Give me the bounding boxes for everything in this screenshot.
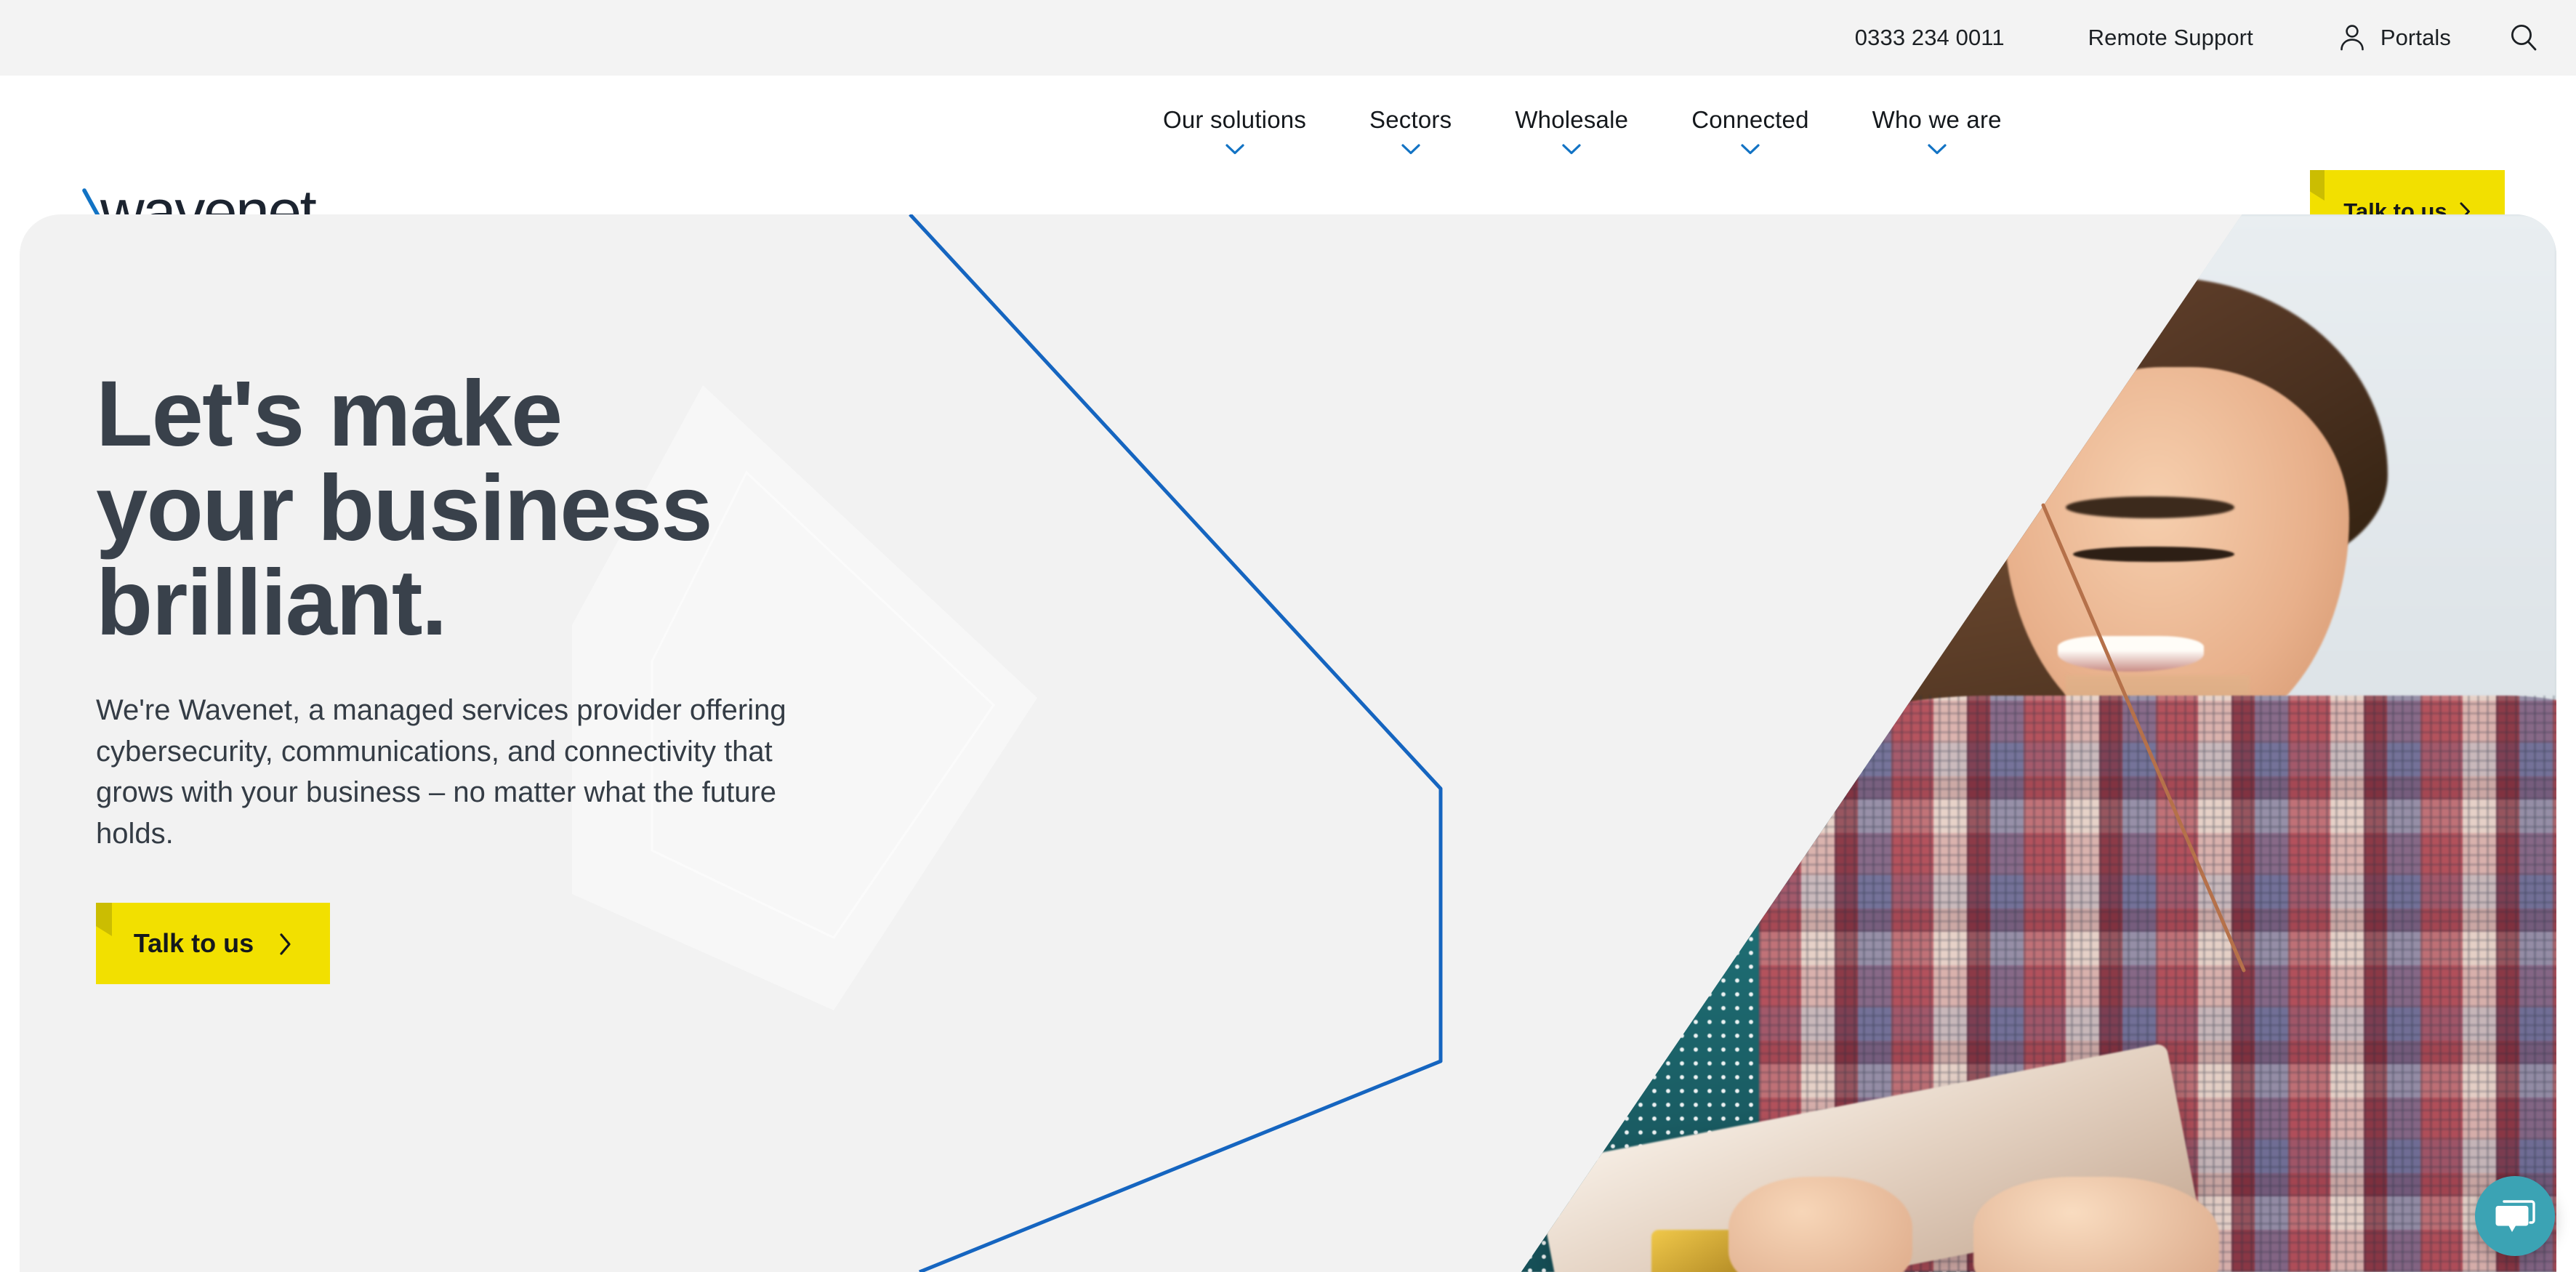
page-root: 0333 234 0011 Remote Support Portals wav… <box>0 0 2576 1272</box>
hero-subheading: We're Wavenet, a managed services provid… <box>96 693 786 850</box>
person-icon <box>2337 23 2367 53</box>
hero-talk-to-us-button[interactable]: Talk to us <box>96 902 330 984</box>
chat-bubble-icon <box>2494 1196 2536 1236</box>
photo-shadow-left <box>1053 807 1452 1272</box>
glasses-lens-right <box>1563 462 1736 569</box>
hero-photo <box>1023 214 2556 1272</box>
nav-item-wholesale[interactable]: Wholesale <box>1515 102 1628 155</box>
chevron-down-icon <box>1401 144 1420 155</box>
portals-label: Portals <box>2380 25 2451 50</box>
nav-item-connected[interactable]: Connected <box>1691 102 1808 155</box>
utility-topbar: 0333 234 0011 Remote Support Portals <box>0 0 2576 76</box>
glasses-bridge <box>1521 488 1564 492</box>
chevron-down-icon <box>1562 144 1581 155</box>
glasses-lens-left <box>1336 463 1508 569</box>
man-collar <box>1521 738 1683 834</box>
man-face <box>1521 299 1741 722</box>
site-header: wavenet Our solutions Sectors Wholesale <box>0 76 2576 254</box>
nav-label: Connected <box>1691 106 1809 133</box>
nav-label: Our solutions <box>1163 106 1307 133</box>
remote-support-link[interactable]: Remote Support <box>2088 25 2253 51</box>
hero-heading-line-2: your business <box>96 456 713 560</box>
nav-item-our-solutions[interactable]: Our solutions <box>1163 102 1306 155</box>
hero-copy: Let's make your business brilliant. We'r… <box>96 367 954 984</box>
chevron-down-icon <box>1225 144 1244 155</box>
nav-label: Wholesale <box>1515 106 1629 133</box>
photo-lamp <box>1728 278 2020 374</box>
nav-label: Who we are <box>1872 106 2002 133</box>
hand-left <box>1728 1177 1912 1272</box>
chevron-down-icon <box>1928 144 1947 155</box>
button-notch <box>2310 170 2325 201</box>
photo-shadow-corner <box>1023 976 1299 1272</box>
cta-label: Talk to us <box>133 927 254 958</box>
man-ear <box>1298 447 1365 553</box>
hero-section: Let's make your business brilliant. We'r… <box>20 214 2556 1272</box>
man-smile <box>1521 648 1636 693</box>
man-glasses <box>1336 462 1736 569</box>
hero-photo-image <box>1023 214 2556 1272</box>
button-notch <box>96 902 112 936</box>
man-hair <box>1521 220 1769 453</box>
chevron-right-icon <box>278 932 292 955</box>
chat-widget-button[interactable] <box>2475 1176 2555 1256</box>
portals-link[interactable]: Portals <box>2337 23 2451 53</box>
hero-heading-line-3: brilliant. <box>96 550 447 655</box>
photo-window <box>1521 257 1529 807</box>
nav-label: Sectors <box>1369 106 1452 133</box>
man-neck <box>1521 680 1665 807</box>
woman-smile <box>2058 635 2204 672</box>
main-navigation: Our solutions Sectors Wholesale Connecte… <box>1163 102 2065 155</box>
chevron-down-icon <box>1741 144 1760 155</box>
nav-item-who-we-are[interactable]: Who we are <box>1872 102 2002 155</box>
nav-item-sectors[interactable]: Sectors <box>1369 102 1452 155</box>
search-icon <box>2508 22 2540 54</box>
phone-link[interactable]: 0333 234 0011 <box>1855 25 2005 51</box>
hero-heading: Let's make your business brilliant. <box>96 367 954 651</box>
hero-heading-line-1: Let's make <box>96 362 563 466</box>
search-button[interactable] <box>2508 22 2540 54</box>
